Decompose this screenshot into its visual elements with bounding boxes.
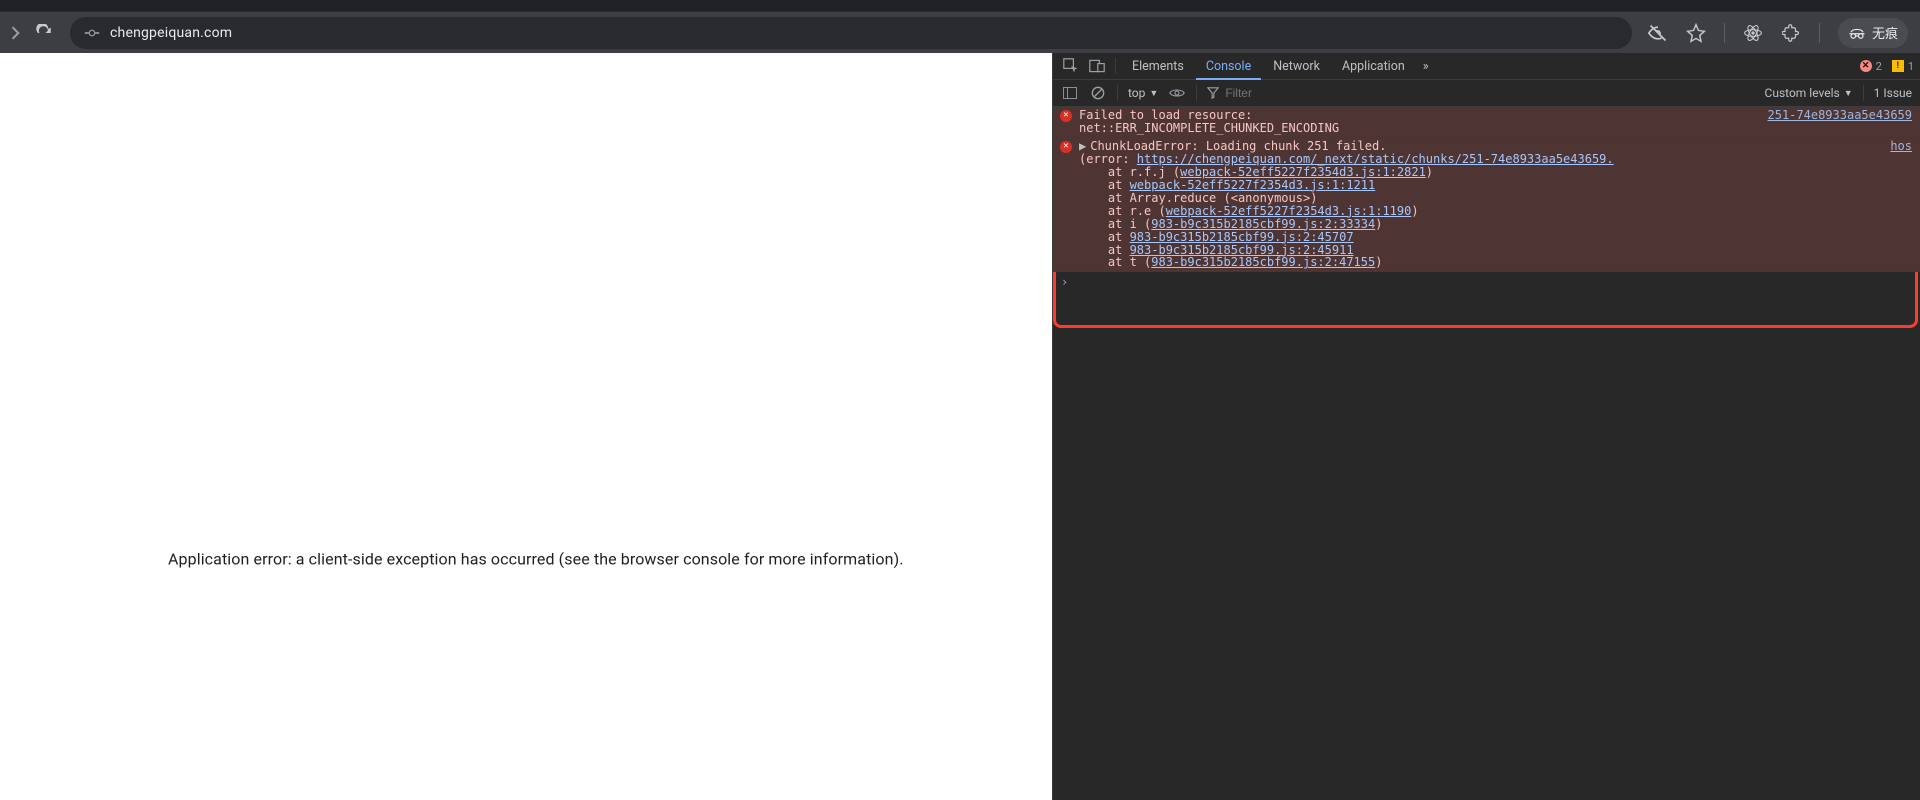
error-text: Failed to load resource: net::ERR_INCOMP… (1079, 109, 1768, 135)
console-messages: ✕ Failed to load resource: net::ERR_INCO… (1053, 107, 1920, 800)
error-count-badge[interactable]: ✕2 (1860, 60, 1882, 73)
stack-link[interactable]: 983-b9c315b2185cbf99.js:2:33334 (1151, 217, 1375, 231)
tab-strip (0, 0, 1920, 11)
divider (1196, 85, 1197, 101)
console-prompt[interactable]: › (1053, 272, 1920, 293)
stack-link[interactable]: webpack-52eff5227f2354d3.js:1:1211 (1130, 178, 1376, 192)
site-info-icon[interactable] (84, 26, 100, 40)
context-selector[interactable]: top ▼ (1128, 86, 1158, 100)
stack-link[interactable]: webpack-52eff5227f2354d3.js:1:1190 (1166, 204, 1412, 218)
inspect-icon[interactable] (1059, 58, 1083, 74)
stack-link[interactable]: 983-b9c315b2185cbf99.js:2:45707 (1130, 230, 1354, 244)
forward-arrow-icon[interactable] (8, 25, 24, 41)
toolbar-divider (1724, 23, 1725, 43)
star-icon[interactable] (1686, 23, 1706, 43)
live-expression-icon[interactable] (1168, 87, 1186, 99)
stack-link[interactable]: 983-b9c315b2185cbf99.js:2:47155 (1151, 255, 1375, 269)
tab-network[interactable]: Network (1263, 53, 1330, 80)
chevron-down-icon: ▼ (1844, 88, 1853, 99)
console-error-entry[interactable]: ✕ ▶ChunkLoadError: Loading chunk 251 fai… (1053, 138, 1920, 273)
react-devtools-icon[interactable] (1743, 23, 1763, 43)
issues-label[interactable]: 1 Issue (1874, 86, 1912, 100)
eye-off-icon[interactable] (1648, 23, 1668, 43)
toolbar-right: 无痕 (1648, 18, 1912, 48)
url-text: chengpeiquan.com (110, 25, 232, 41)
address-bar[interactable]: chengpeiquan.com (70, 17, 1632, 49)
error-badge-icon: ✕ (1059, 140, 1073, 270)
toolbar-divider (1819, 23, 1820, 43)
error-badge-icon: ✕ (1059, 109, 1073, 135)
divider (1117, 85, 1118, 101)
reload-icon[interactable] (34, 23, 54, 43)
devtools-panel: Elements Console Network Application » ✕… (1052, 53, 1920, 800)
warning-count-badge[interactable]: !1 (1892, 60, 1914, 73)
console-error-entry[interactable]: ✕ Failed to load resource: net::ERR_INCO… (1053, 107, 1920, 138)
source-link[interactable]: 251-74e8933aa5e43659 (1768, 109, 1913, 135)
more-tabs-icon[interactable]: » (1417, 59, 1435, 74)
filter-input[interactable] (1225, 86, 1754, 100)
error-url-link[interactable]: https://chengpeiquan.com/_next/static/ch… (1137, 152, 1614, 166)
clear-console-icon[interactable] (1089, 86, 1107, 100)
web-page: Application error: a client-side excepti… (0, 53, 1052, 800)
prompt-chevron-icon: › (1061, 276, 1068, 289)
divider (1863, 85, 1864, 101)
browser-toolbar: chengpeiquan.com 无痕 (0, 11, 1920, 53)
incognito-label: 无痕 (1872, 23, 1898, 42)
tab-elements[interactable]: Elements (1122, 53, 1194, 80)
devtools-tabs: Elements Console Network Application » ✕… (1053, 53, 1920, 80)
extensions-icon[interactable] (1781, 23, 1801, 43)
filter-wrap (1207, 86, 1754, 100)
app-error-text: Application error: a client-side excepti… (168, 550, 904, 569)
stack-link[interactable]: webpack-52eff5227f2354d3.js:1:2821 (1180, 165, 1426, 179)
source-link[interactable]: hos (1890, 140, 1912, 270)
error-text: ▶ChunkLoadError: Loading chunk 251 faile… (1079, 140, 1890, 270)
tab-console[interactable]: Console (1196, 53, 1261, 80)
funnel-icon (1207, 87, 1219, 99)
log-levels-selector[interactable]: Custom levels ▼ (1765, 86, 1853, 100)
console-toolbar: top ▼ Custom levels ▼ 1 Issue (1053, 80, 1920, 107)
device-toggle-icon[interactable] (1085, 59, 1109, 73)
sidebar-toggle-icon[interactable] (1061, 87, 1079, 99)
main-split: Application error: a client-side excepti… (0, 53, 1920, 800)
stack-link[interactable]: 983-b9c315b2185cbf99.js:2:45911 (1130, 243, 1354, 257)
incognito-pill[interactable]: 无痕 (1838, 18, 1908, 48)
divider (1115, 58, 1116, 74)
chevron-down-icon: ▼ (1149, 88, 1158, 99)
tab-application[interactable]: Application (1332, 53, 1415, 80)
